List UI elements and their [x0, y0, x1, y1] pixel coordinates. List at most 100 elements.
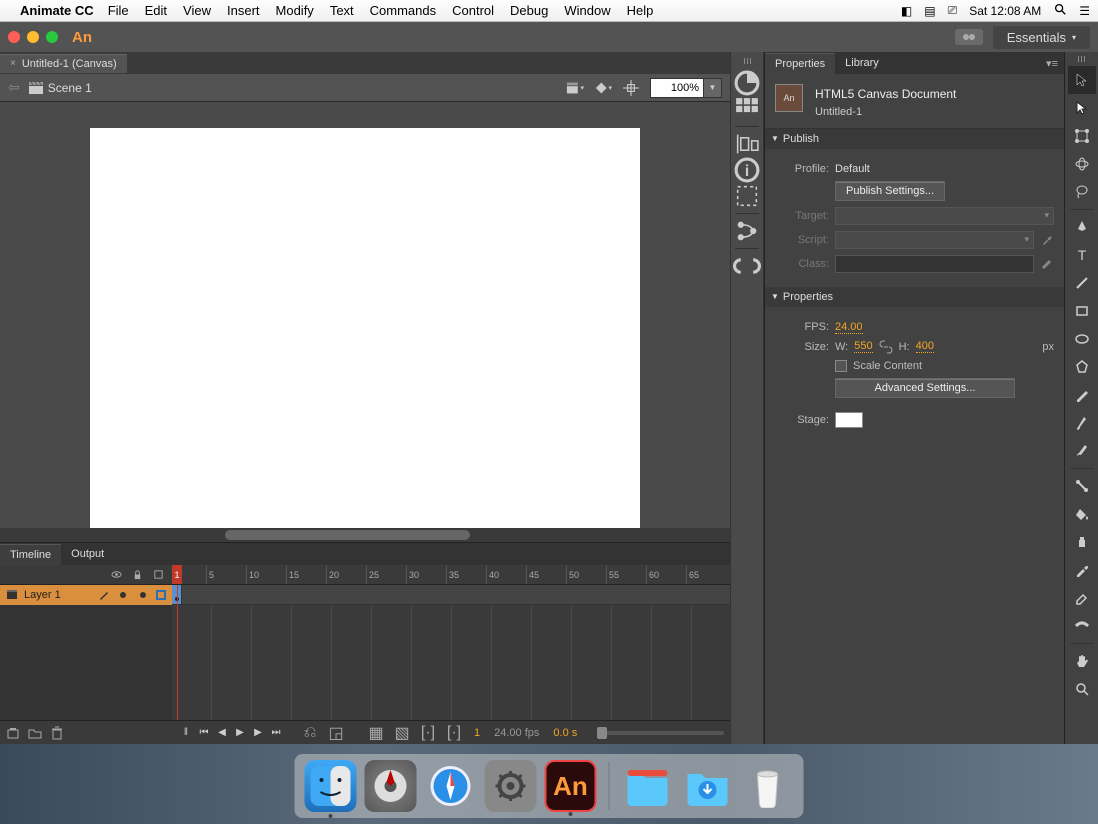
menu-edit[interactable]: Edit [145, 3, 167, 18]
menu-help[interactable]: Help [627, 3, 654, 18]
menu-view[interactable]: View [183, 3, 211, 18]
close-window-button[interactable] [8, 31, 20, 43]
tab-library[interactable]: Library [835, 53, 889, 73]
stage-color-swatch[interactable] [835, 412, 863, 428]
paint-bucket-tool[interactable] [1068, 500, 1096, 528]
timeline-zoom-slider[interactable] [597, 731, 724, 735]
publish-section-header[interactable]: ▼Publish [765, 129, 1064, 149]
center-frame-icon[interactable]: ▦ [368, 725, 384, 741]
stage-canvas[interactable] [90, 128, 640, 528]
eraser-tool[interactable] [1068, 584, 1096, 612]
new-layer-icon[interactable] [6, 726, 20, 740]
dock-animate[interactable]: An [545, 760, 597, 812]
zoom-window-button[interactable] [46, 31, 58, 43]
tab-timeline[interactable]: Timeline [0, 544, 61, 565]
scene-breadcrumb[interactable]: Scene 1 [28, 81, 92, 95]
ink-bottle-tool[interactable] [1068, 528, 1096, 556]
fps-value[interactable]: 24.00 [835, 321, 863, 334]
menu-modify[interactable]: Modify [276, 3, 314, 18]
panel-menu-icon[interactable]: ▾≡ [1046, 57, 1058, 70]
eyedropper-tool[interactable] [1068, 556, 1096, 584]
modify-span-icon[interactable]: [·] [446, 725, 462, 741]
color-panel-icon[interactable] [733, 70, 761, 96]
delete-layer-icon[interactable] [50, 726, 64, 740]
stage-hscrollbar[interactable] [0, 528, 730, 542]
align-panel-icon[interactable] [733, 131, 761, 157]
next-frame-button[interactable]: ▶ [250, 725, 266, 741]
onion-skin-outline-icon[interactable]: ◲ [328, 725, 344, 741]
workspace-switcher[interactable]: Essentials▾ [993, 26, 1090, 49]
lock-column-icon[interactable] [132, 569, 143, 580]
outline-column-icon[interactable] [153, 569, 164, 580]
properties-section-header[interactable]: ▼Properties [765, 287, 1064, 307]
history-panel-icon[interactable] [733, 218, 761, 244]
modify-markers-icon[interactable]: [·] [420, 725, 436, 741]
free-transform-tool[interactable] [1068, 122, 1096, 150]
tab-properties[interactable]: Properties [765, 53, 835, 74]
text-tool[interactable]: T [1068, 241, 1096, 269]
lasso-tool[interactable] [1068, 178, 1096, 206]
brush-tool[interactable] [1068, 409, 1096, 437]
layer-row[interactable]: Layer 1 [0, 585, 172, 605]
timeline-frames[interactable] [172, 585, 730, 720]
back-arrow-icon[interactable]: ⇦ [8, 79, 20, 96]
scale-content-checkbox[interactable] [835, 360, 847, 372]
first-frame-button[interactable]: ⏮ [196, 725, 212, 741]
transform-panel-icon[interactable] [733, 183, 761, 209]
paint-brush-tool[interactable] [1068, 437, 1096, 465]
zoom-tool[interactable] [1068, 675, 1096, 703]
frame-row[interactable] [172, 585, 730, 605]
sync-settings-icon[interactable] [955, 29, 983, 45]
pen-tool[interactable] [1068, 213, 1096, 241]
status-icon-2[interactable]: ▤ [924, 4, 935, 18]
menu-debug[interactable]: Debug [510, 3, 548, 18]
layer-visibility-toggle[interactable] [120, 592, 126, 598]
timeline-ruler[interactable]: 1 5 10 15 20 25 30 35 40 45 50 55 60 65 [172, 565, 730, 584]
edit-scene-icon[interactable]: ▾ [566, 79, 584, 97]
link-dimensions-icon[interactable] [879, 340, 893, 354]
play-button[interactable]: ▶ [232, 725, 248, 741]
status-icon-display[interactable]: ⎚ [948, 3, 958, 18]
current-frame-value[interactable]: 1 [474, 727, 480, 739]
minimize-window-button[interactable] [27, 31, 39, 43]
hscroll-thumb[interactable] [225, 530, 471, 540]
oval-tool[interactable] [1068, 325, 1096, 353]
dock-finder[interactable] [305, 760, 357, 812]
height-value[interactable]: 400 [916, 340, 934, 353]
menu-window[interactable]: Window [564, 3, 610, 18]
menu-text[interactable]: Text [330, 3, 354, 18]
subselection-tool[interactable] [1068, 94, 1096, 122]
close-tab-icon[interactable]: × [10, 58, 16, 69]
line-tool[interactable] [1068, 269, 1096, 297]
polystar-tool[interactable] [1068, 353, 1096, 381]
hand-tool[interactable] [1068, 647, 1096, 675]
stage-area[interactable] [0, 102, 730, 528]
menu-commands[interactable]: Commands [370, 3, 436, 18]
playhead[interactable]: 1 [172, 565, 182, 584]
dock-trash[interactable] [742, 760, 794, 812]
zoom-input[interactable] [650, 78, 704, 98]
layer-outline-toggle[interactable] [156, 590, 166, 600]
dock-safari[interactable] [425, 760, 477, 812]
spotlight-icon[interactable] [1053, 2, 1067, 19]
prev-frame-button[interactable]: ◀ [214, 725, 230, 741]
width-value[interactable]: 550 [854, 340, 872, 353]
swatches-panel-icon[interactable] [733, 96, 761, 122]
last-frame-button[interactable]: ⏭ [268, 725, 284, 741]
app-name[interactable]: Animate CC [20, 3, 94, 18]
onion-skin-icon[interactable]: ⎌ [302, 725, 318, 741]
zoom-dropdown[interactable]: ▼ [704, 78, 722, 98]
new-folder-icon[interactable] [28, 726, 42, 740]
center-stage-icon[interactable] [622, 79, 640, 97]
menubar-clock[interactable]: Sat 12:08 AM [969, 4, 1041, 18]
dock-launchpad[interactable] [365, 760, 417, 812]
info-panel-icon[interactable]: i [733, 157, 761, 183]
publish-settings-button[interactable]: Publish Settings... [835, 181, 945, 201]
rectangle-tool[interactable] [1068, 297, 1096, 325]
menu-file[interactable]: File [108, 3, 129, 18]
status-icon-1[interactable]: ◧ [901, 4, 912, 18]
visibility-column-icon[interactable] [111, 569, 122, 580]
dock-downloads-folder[interactable] [682, 760, 734, 812]
menu-insert[interactable]: Insert [227, 3, 260, 18]
bone-tool[interactable] [1068, 472, 1096, 500]
